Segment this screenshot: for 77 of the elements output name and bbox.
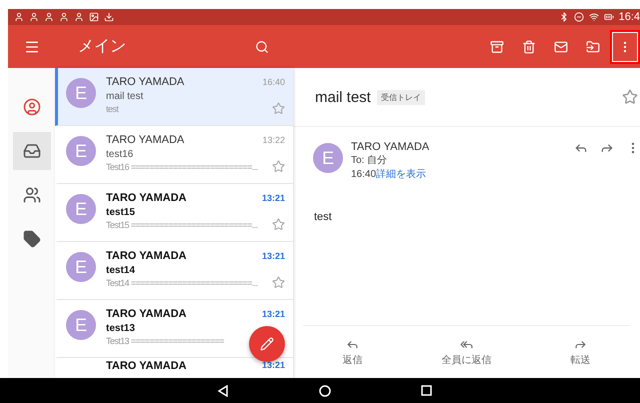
email-subject: mail test: [315, 88, 371, 106]
sender-name: TARO YAMADA: [106, 308, 186, 320]
email-subject: test14: [106, 265, 136, 276]
sender-name: TARO YAMADA: [106, 360, 186, 374]
more-button[interactable]: [610, 30, 640, 64]
email-row[interactable]: E TARO YAMADA 13:21 test13 Test13 ====================: [55, 300, 293, 358]
sender-name: TARO YAMADA: [106, 134, 184, 146]
sender-name: TARO YAMADA: [106, 250, 186, 262]
star-icon[interactable]: [272, 102, 285, 115]
mail-icon[interactable]: [554, 40, 568, 54]
email-row[interactable]: E TARO YAMADA 13:21 test15 Test15 ==========================...: [55, 184, 293, 242]
menu-icon[interactable]: [24, 38, 40, 54]
avatar: E: [66, 252, 96, 282]
pencil-icon[interactable]: [260, 337, 274, 351]
details-link[interactable]: 詳細を表示: [376, 169, 426, 180]
sent-time: 16:40: [351, 169, 376, 180]
star-icon[interactable]: [272, 218, 285, 231]
email-subject: mail test: [106, 91, 144, 102]
archive-icon[interactable]: [490, 40, 504, 54]
sender-name: TARO YAMADA: [106, 192, 186, 204]
email-row[interactable]: E TARO YAMADA 16:40 mail test test: [55, 68, 293, 126]
star-icon[interactable]: [272, 276, 285, 289]
reply-button[interactable]: 返信: [340, 336, 364, 368]
email-subject: test16: [106, 149, 134, 160]
search-icon[interactable]: [255, 40, 269, 54]
avatar: E: [66, 78, 96, 108]
inbox-icon[interactable]: [22, 142, 40, 160]
email-preview: Test14 ==========================...: [106, 278, 258, 288]
folder-icon[interactable]: [586, 40, 600, 54]
tag-icon[interactable]: [22, 230, 40, 248]
email-row[interactable]: E TARO YAMADA 13:21 test14 Test14 ==========================...: [55, 242, 293, 300]
email-preview: Test16 ==========================...: [106, 162, 258, 172]
recipient: To: 自分: [351, 154, 388, 167]
wifi-icon: [588, 12, 599, 22]
email-time: 13:21: [262, 251, 285, 261]
reply-all-button[interactable]: 全員に返信: [440, 336, 494, 368]
avatar: E: [66, 136, 96, 166]
person-icon: [44, 12, 54, 22]
email-time: 13:21: [262, 193, 285, 203]
email-row[interactable]: E TARO YAMADA 13:22 test16 Test16 ==========================...: [55, 126, 293, 184]
email-preview: Test13 ====================: [106, 336, 224, 346]
clock: 16:4: [618, 11, 640, 23]
person-icon: [29, 12, 39, 22]
person-icon: [59, 12, 69, 22]
avatar: E: [66, 194, 96, 224]
star-icon[interactable]: [622, 89, 638, 105]
inbox-button[interactable]: [12, 132, 50, 170]
bluetooth-icon: [558, 12, 569, 22]
battery-icon: [604, 12, 614, 22]
minus-circle-icon: [574, 12, 584, 22]
forward-button[interactable]: 転送: [568, 336, 592, 368]
email-time: 13:22: [262, 135, 285, 145]
sender-name: TARO YAMADA: [351, 141, 430, 153]
email-time: 16:40: [262, 77, 285, 87]
back-icon[interactable]: [216, 384, 228, 396]
email-time: 13:21: [262, 360, 285, 372]
image-icon: [89, 12, 99, 22]
avatar: E: [313, 143, 343, 173]
people-icon[interactable]: [22, 186, 40, 204]
email-time: 13:21: [262, 309, 285, 319]
sender-name: TARO YAMADA: [106, 76, 184, 88]
label-chip: 受信トレイ: [376, 90, 425, 104]
recents-icon[interactable]: [420, 385, 432, 396]
home-icon[interactable]: [318, 384, 330, 396]
email-preview: Test15 ==========================...: [106, 220, 258, 230]
star-icon[interactable]: [272, 160, 285, 173]
email-subject: test15: [106, 207, 136, 218]
avatar: E: [66, 310, 96, 340]
email-body: test: [314, 211, 332, 223]
app-title: メイン: [78, 37, 127, 57]
person-icon: [14, 12, 24, 22]
email-preview: test: [106, 104, 118, 114]
trash-icon[interactable]: [522, 40, 536, 54]
account-icon[interactable]: [22, 98, 40, 116]
download-icon: [104, 12, 114, 22]
person-icon: [74, 12, 84, 22]
email-subject: test13: [106, 323, 136, 334]
